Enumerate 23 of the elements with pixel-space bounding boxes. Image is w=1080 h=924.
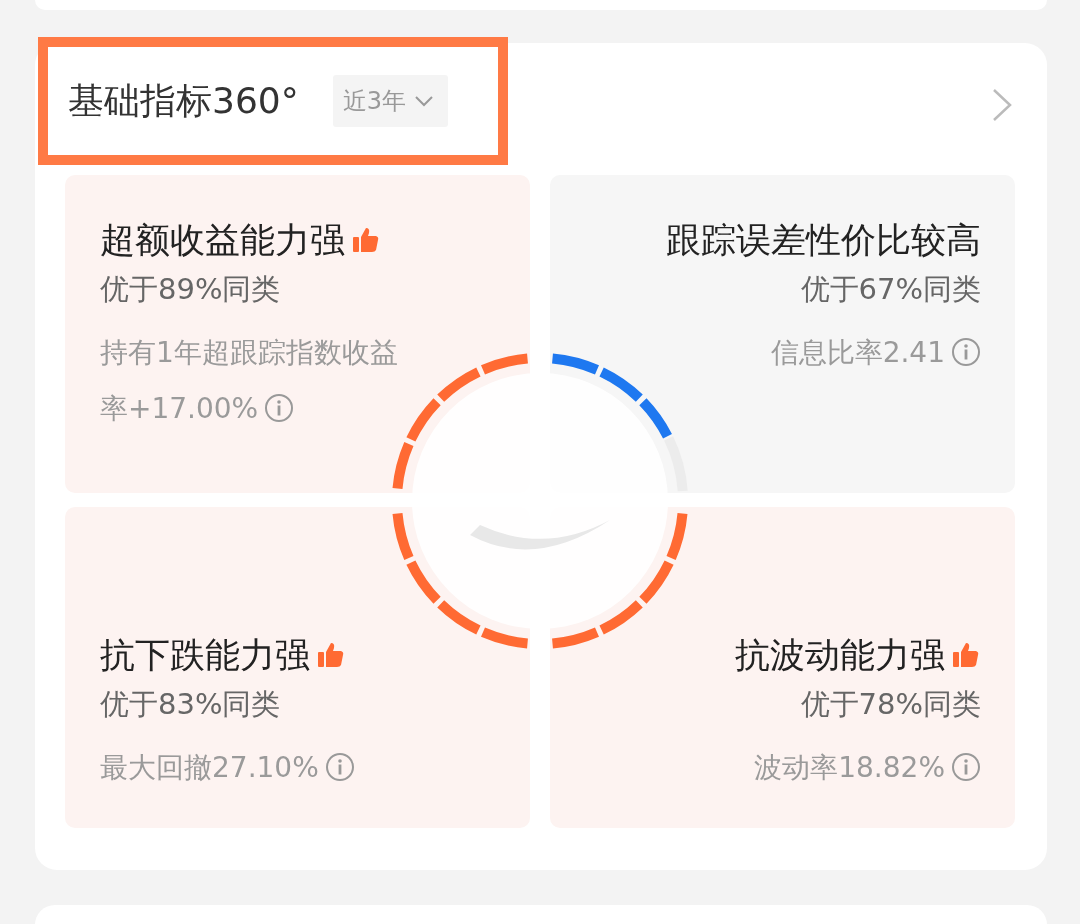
info-icon[interactable] bbox=[324, 752, 355, 782]
metric-summary: 优于78%同类 bbox=[800, 686, 981, 723]
metric-detail: 最大回撤27.10% bbox=[100, 740, 410, 796]
thumbs-up-icon bbox=[951, 640, 981, 670]
metric-title: 抗下跌能力强 bbox=[100, 633, 310, 677]
metric-summary: 优于67%同类 bbox=[800, 271, 981, 308]
chevron-right-icon[interactable] bbox=[991, 87, 1013, 123]
thumbs-up-icon bbox=[316, 640, 346, 670]
chevron-down-icon bbox=[414, 95, 434, 107]
info-icon[interactable] bbox=[951, 752, 981, 782]
metric-detail: 信息比率2.41 bbox=[770, 325, 981, 381]
metric-title: 跟踪误差性价比较高 bbox=[666, 218, 981, 262]
metric-summary: 优于89%同类 bbox=[100, 271, 282, 308]
metric-title: 超额收益能力强 bbox=[100, 218, 345, 262]
thumbs-up-icon bbox=[351, 225, 381, 255]
metric-detail: 波动率18.82% bbox=[754, 740, 981, 796]
period-dropdown[interactable]: 近3年 bbox=[332, 75, 448, 127]
info-icon[interactable] bbox=[951, 337, 981, 367]
info-icon[interactable] bbox=[264, 393, 295, 423]
metric-detail: 持有1年超跟踪指数收益率+17.00% bbox=[100, 335, 399, 427]
metric-summary: 优于83%同类 bbox=[100, 686, 282, 723]
metric-title: 抗波动能力强 bbox=[735, 633, 945, 677]
section-title: 基础指标360° bbox=[68, 78, 299, 123]
